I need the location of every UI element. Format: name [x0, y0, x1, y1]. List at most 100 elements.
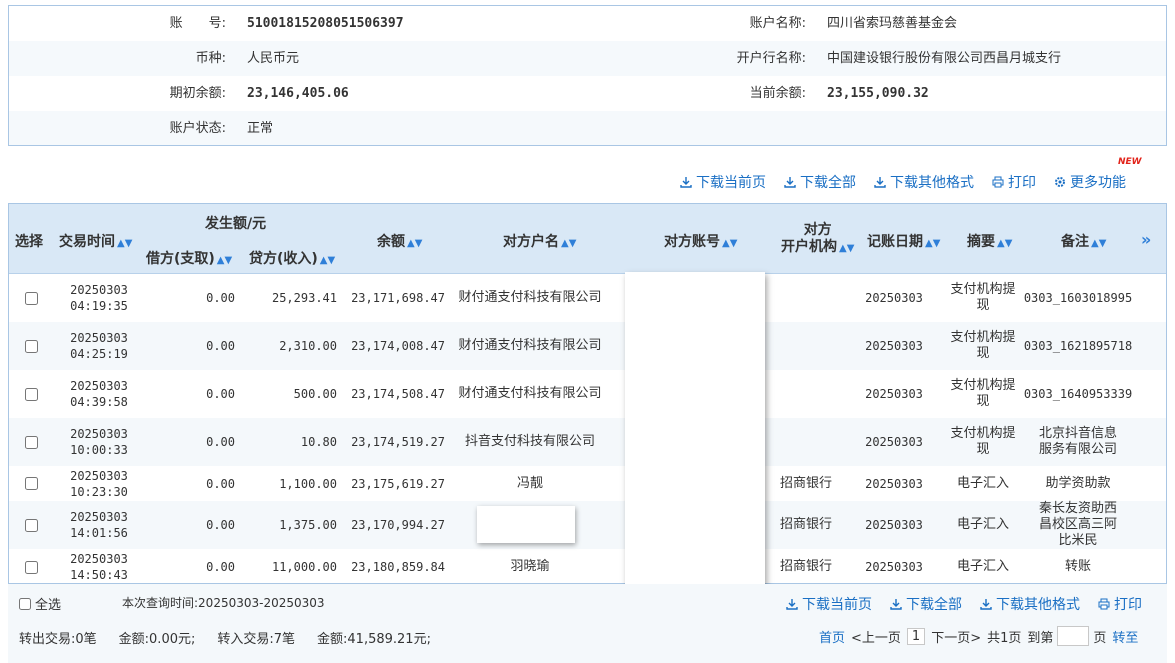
row-credit: 2,310.00 — [279, 339, 337, 353]
header-cp-name-label: 对方户名 — [503, 234, 559, 250]
download-other-button[interactable]: 下载其他格式 — [874, 172, 974, 192]
row-summary: 电子汇入 — [956, 475, 1009, 491]
status-value: 正常 — [247, 121, 274, 136]
go-button[interactable]: 转至 — [1112, 627, 1138, 646]
gear-icon — [1055, 177, 1065, 187]
header-time[interactable]: 交易时间 ▲▼ — [59, 231, 132, 251]
table-row: 20250303 14:01:56 0.00 1,375.00 23,170,99… — [9, 501, 1166, 549]
row-checkbox[interactable] — [24, 560, 38, 574]
row-remark: 助学资助款 — [1045, 475, 1111, 491]
current-balance-label: 当前余额: — [749, 86, 806, 101]
row-cp-bank — [771, 274, 841, 322]
download-page-button[interactable]: 下载当前页 — [680, 172, 766, 192]
header-cp-name[interactable]: 对方户名 ▲▼ — [503, 231, 576, 251]
row-cp-name: 抖音支付科技有限公司 — [464, 434, 595, 449]
download-page-label: 下载当前页 — [696, 175, 766, 191]
in-amount: 金额:41,589.21元; — [317, 632, 431, 647]
row-checkbox[interactable] — [24, 435, 38, 449]
download-other-label: 下载其他格式 — [890, 175, 974, 191]
download-page-button[interactable]: 下载当前页 — [786, 594, 872, 614]
row-credit: 1,375.00 — [279, 518, 337, 532]
header-cp-account[interactable]: 对方账号 ▲▼ — [664, 231, 737, 251]
in-count: 转入交易:7笔 — [217, 632, 296, 647]
download-other-button[interactable]: 下载其他格式 — [980, 594, 1080, 614]
header-remark[interactable]: 备注 ▲▼ — [1061, 231, 1106, 251]
row-time-text: 10:23:30 — [70, 484, 128, 499]
select-all[interactable]: 全选 — [19, 594, 61, 613]
summary-stats: 转出交易:0笔 金额:0.00元; 转入交易:7笔 金额:41,589.21元; — [19, 628, 453, 647]
row-date-text: 20250303 — [70, 283, 128, 297]
row-cp-bank — [771, 418, 841, 466]
sort-icon: ▲▼ — [319, 255, 336, 266]
row-time-text: 10:00:33 — [70, 443, 128, 457]
row-post-date: 20250303 — [865, 387, 923, 401]
info-row-currency: 币种: 人民币元 开户行名称: 中国建设银行股份有限公司西昌月城支行 — [9, 41, 1166, 76]
sort-icon: ▲▼ — [997, 238, 1013, 249]
row-time: 20250303 04:25:19 — [64, 322, 134, 370]
header-balance[interactable]: 余额 ▲▼ — [377, 231, 422, 251]
row-post-date: 20250303 — [865, 518, 923, 532]
download-icon — [874, 177, 886, 188]
row-checkbox[interactable] — [24, 339, 38, 353]
sort-icon: ▲▼ — [117, 238, 133, 249]
row-date-text: 20250303 — [70, 331, 128, 345]
select-all-checkbox[interactable] — [19, 597, 31, 610]
header-cp-bank[interactable]: 对方 开户机构 ▲▼ — [781, 222, 854, 257]
row-cp-name: 羽晓瑜 — [510, 559, 550, 574]
row-date-text: 20250303 — [70, 552, 128, 566]
row-checkbox-cell — [23, 274, 39, 322]
bank-value: 中国建设银行股份有限公司西昌月城支行 — [827, 51, 1062, 66]
row-debit: 0.00 — [206, 339, 235, 353]
header-credit[interactable]: 贷方(收入) ▲▼ — [249, 248, 335, 268]
page-number-input[interactable] — [1057, 626, 1090, 646]
row-checkbox-cell — [23, 466, 39, 501]
row-credit: 500.00 — [293, 387, 337, 401]
row-checkbox[interactable] — [24, 518, 38, 532]
row-summary: 电子汇入 — [956, 517, 1009, 532]
row-checkbox[interactable] — [24, 291, 38, 305]
row-post-date: 20250303 — [865, 560, 923, 574]
row-summary: 支付机构提现 — [950, 330, 1016, 361]
row-checkbox[interactable] — [24, 477, 38, 490]
row-credit: 25,293.41 — [271, 291, 337, 305]
row-checkbox[interactable] — [24, 387, 38, 401]
row-date-text: 20250303 — [70, 510, 128, 524]
print-label: 打印 — [1008, 175, 1036, 191]
header-post-date[interactable]: 记账日期 ▲▼ — [867, 231, 940, 251]
row-checkbox-cell — [23, 322, 39, 370]
header-debit[interactable]: 借方(支取) ▲▼ — [146, 248, 232, 268]
more-functions-button[interactable]: 更多功能 — [1054, 172, 1126, 192]
redaction-box-name — [477, 506, 575, 543]
account-no-label: 账 号: — [169, 16, 226, 31]
print-button[interactable]: 打印 — [992, 172, 1036, 192]
info-row-balance: 期初余额: 23,146,405.06 当前余额: 23,155,090.32 — [9, 76, 1166, 111]
header-cp-bank-line2: 开户机构 — [781, 239, 837, 255]
row-checkbox-cell — [23, 370, 39, 418]
download-all-button[interactable]: 下载全部 — [890, 594, 962, 614]
row-cp-name: 冯靓 — [516, 475, 543, 491]
more-functions-label: 更多功能 — [1070, 175, 1126, 191]
print-button[interactable]: 打印 — [1098, 594, 1142, 614]
row-cp-bank — [771, 370, 841, 418]
download-icon — [784, 177, 796, 188]
printer-icon — [1098, 598, 1110, 610]
next-page-link[interactable]: 下一页> — [931, 627, 981, 646]
first-page-link[interactable]: 首页 — [819, 627, 845, 646]
prev-page-link[interactable]: <上一页 — [851, 627, 901, 646]
row-balance: 23,174,508.47 — [351, 387, 445, 401]
download-icon — [980, 599, 992, 610]
header-summary[interactable]: 摘要 ▲▼ — [967, 231, 1012, 251]
transaction-table: 选择 交易时间 ▲▼ 发生额/元 借方(支取) ▲▼ 贷方(收入) ▲▼ 余额 ▲▼ 对… — [8, 203, 1167, 584]
bottom-toolbar: 下载当前页 下载全部 下载其他格式 打印 — [786, 594, 1142, 614]
expand-columns-icon[interactable]: » — [1141, 230, 1151, 249]
account-no-value: 51001815208051506397 — [247, 16, 404, 31]
row-checkbox-cell — [23, 501, 39, 549]
row-post-date: 20250303 — [865, 291, 923, 305]
row-debit: 0.00 — [206, 560, 235, 574]
download-all-button[interactable]: 下载全部 — [784, 172, 856, 192]
row-date-text: 20250303 — [70, 427, 128, 441]
row-debit: 0.00 — [206, 435, 235, 449]
row-debit: 0.00 — [206, 476, 235, 491]
row-summary: 电子汇入 — [956, 559, 1009, 574]
header-remark-label: 备注 — [1061, 234, 1089, 250]
